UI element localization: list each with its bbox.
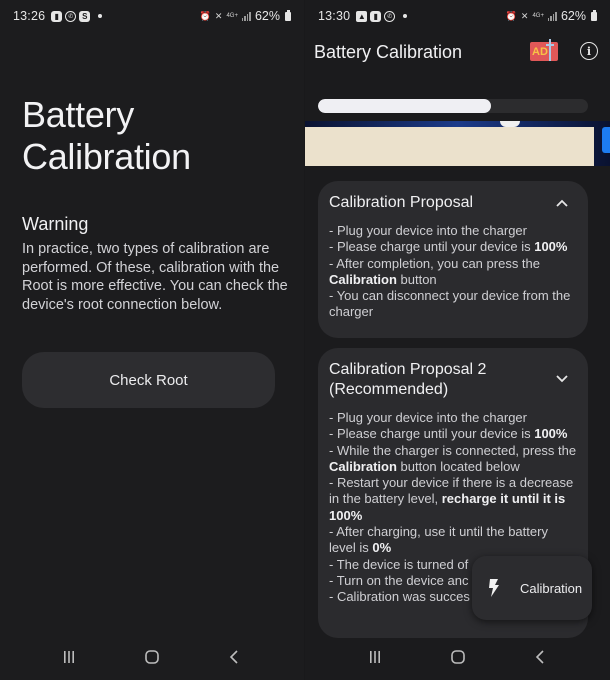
ad-banner-content[interactable]: [305, 127, 594, 166]
status-bar: 13:26 ▮ ✆ S ⏰ ✕ 4G+ 62%: [0, 0, 304, 32]
calibration-proposal-card: Calibration Proposal - Plug your device …: [318, 181, 588, 338]
more-notifications-dot: [98, 14, 103, 18]
warning-body: In practice, two types of calibration ar…: [22, 241, 288, 313]
instruction-line: - After charging, use it until the batte…: [329, 524, 548, 556]
fab-label: Calibration: [520, 580, 583, 596]
skype-notification-icon: S: [79, 10, 91, 22]
home-icon: [450, 650, 465, 664]
instruction-line: - Plug your device into the charger: [329, 410, 527, 425]
app-title: Battery Calibration: [314, 41, 463, 62]
home-button[interactable]: [443, 642, 473, 672]
battery-percent: 62%: [254, 9, 280, 23]
remove-ads-icon[interactable]: AD: [530, 39, 558, 61]
whatsapp-notification-icon: ✆: [384, 10, 396, 22]
chevron-down-icon[interactable]: [555, 372, 569, 386]
calibration-progress-bar: [318, 99, 588, 113]
chevron-up-icon[interactable]: [555, 196, 569, 210]
more-notifications-dot: [403, 14, 408, 18]
card-body: - Plug your device into the charger - Pl…: [329, 223, 577, 321]
check-root-button[interactable]: Check Root: [22, 352, 275, 408]
calibration-fab-button[interactable]: Calibration: [472, 556, 592, 620]
card-header[interactable]: Calibration Proposal: [329, 193, 577, 213]
alarm-icon: ⏰: [199, 10, 211, 21]
navigation-bar: [0, 634, 304, 680]
progress-fill: [318, 99, 491, 113]
instruction-line: - While the charger is connected, press …: [329, 442, 577, 474]
instruction-line: - You can disconnect your device from th…: [329, 288, 571, 320]
card-title: Calibration Proposal 2 (Recommended): [329, 361, 487, 398]
network-type-icon: 4G+: [532, 13, 544, 19]
recents-button[interactable]: [360, 642, 390, 672]
instruction-line: - Plug your device into the charger: [329, 223, 527, 238]
right-screen: 13:30 ▲ ▮ ✆ ⏰ ✕ 4G+ 62% Battery Calibrat…: [305, 0, 610, 680]
status-time: 13:26: [13, 9, 46, 23]
instruction-line: - Please charge until your device is 100…: [329, 239, 568, 255]
whatsapp-notification-icon: ✆: [65, 10, 77, 22]
left-screen: 13:26 ▮ ✆ S ⏰ ✕ 4G+ 62% Battery Calibrat…: [0, 0, 304, 680]
mute-icon: ✕: [520, 10, 529, 21]
mute-icon: ✕: [214, 10, 223, 21]
navigation-bar: [305, 634, 610, 680]
signal-icon: [241, 11, 251, 21]
ad-banner-button[interactable]: [602, 127, 610, 153]
instruction-line: - After completion, you can press the Ca…: [329, 255, 540, 287]
recents-icon: [369, 651, 380, 663]
back-icon: [229, 650, 238, 664]
page-title: Battery Calibration: [22, 94, 191, 177]
status-bar: 13:30 ▲ ▮ ✆ ⏰ ✕ 4G+ 62%: [305, 0, 610, 32]
lightning-icon: [489, 579, 499, 597]
battery-icon: [285, 9, 291, 21]
gallery-notification-icon: ▲: [356, 10, 368, 22]
recents-icon: [64, 651, 75, 663]
battery-icon: [591, 9, 597, 21]
instruction-line: - Restart your device if there is a decr…: [329, 475, 574, 523]
alarm-icon: ⏰: [505, 10, 517, 21]
battery-percent: 62%: [560, 9, 586, 23]
card-title: Calibration Proposal: [329, 194, 474, 211]
warning-title: Warning: [22, 214, 89, 234]
network-type-icon: 4G+: [226, 13, 238, 19]
status-time: 13:30: [318, 9, 351, 23]
app-bar: Battery Calibration AD i: [305, 34, 610, 70]
home-button[interactable]: [137, 642, 167, 672]
signal-icon: [547, 11, 557, 21]
instruction-line: - Please charge until your device is 100…: [329, 426, 568, 442]
back-icon: [535, 650, 544, 664]
back-button[interactable]: [526, 642, 556, 672]
back-button[interactable]: [220, 642, 250, 672]
ad-banner[interactable]: [305, 121, 610, 166]
home-icon: [145, 650, 159, 664]
tasks-notification-icon: ▮: [370, 10, 382, 22]
card-header[interactable]: Calibration Proposal 2 (Recommended): [329, 360, 577, 400]
info-icon[interactable]: i: [580, 42, 598, 60]
tasks-notification-icon: ▮: [51, 10, 63, 22]
recents-button[interactable]: [54, 642, 84, 672]
